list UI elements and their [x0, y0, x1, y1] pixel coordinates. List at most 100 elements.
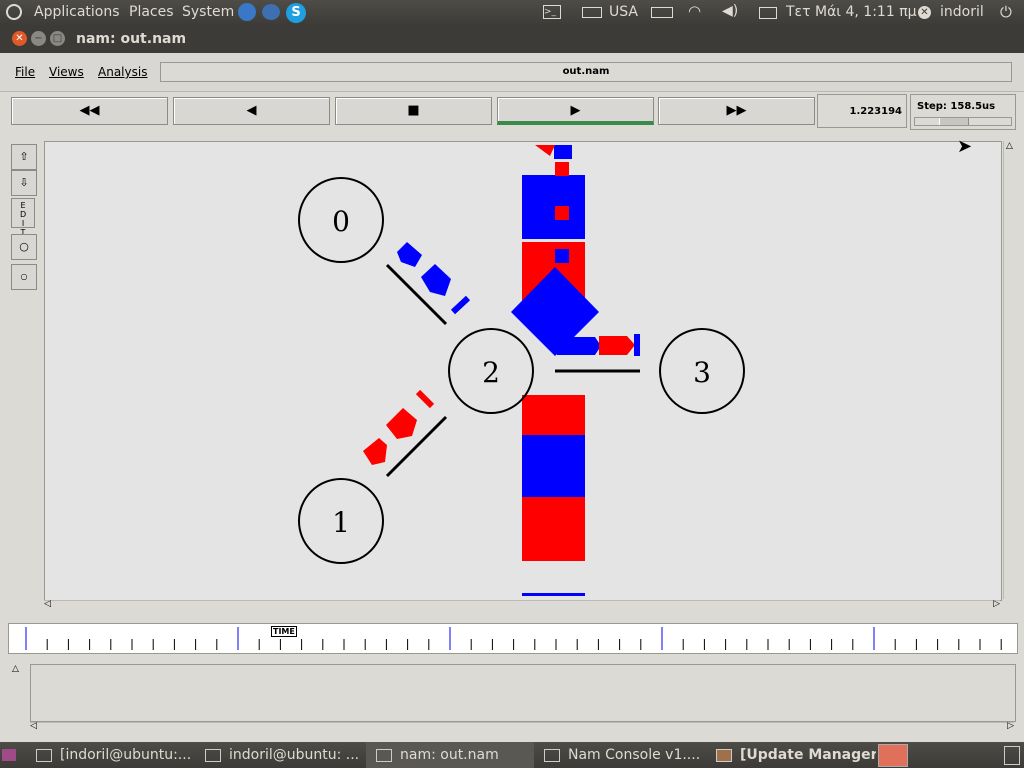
pidgin-launcher-icon[interactable] [262, 4, 280, 20]
packet [522, 497, 585, 561]
zoom-out-button[interactable]: ⇩ [11, 170, 37, 196]
packet [557, 337, 601, 355]
scroll-left-arrow-icon[interactable]: ◁ [44, 599, 51, 609]
node-label: 2 [482, 356, 500, 389]
node-0[interactable]: 0 [298, 177, 384, 263]
mail-icon[interactable] [759, 7, 777, 19]
stop-button[interactable]: ■ [335, 97, 492, 125]
packet [555, 162, 569, 176]
play-icon: ▶ [570, 103, 581, 118]
zoom-in-button[interactable]: ⇧ [11, 144, 37, 170]
user-name[interactable]: indoril [940, 4, 984, 20]
current-time: 1.223194 [817, 94, 907, 128]
packet [599, 336, 635, 355]
node-label: 1 [332, 506, 350, 539]
annotation-panel[interactable] [30, 664, 1016, 722]
file-menu[interactable]: File [15, 65, 35, 79]
terminal-icon [205, 748, 221, 762]
mouse-cursor-icon: ➤ [957, 136, 973, 157]
play-button[interactable]: ▶ [497, 97, 654, 125]
edit-button[interactable]: EDIT [11, 198, 35, 237]
node-3[interactable]: 3 [659, 328, 745, 414]
scroll-left-arrow-icon[interactable]: ◁ [30, 721, 37, 731]
network-topology: 0 1 2 3 [298, 145, 745, 596]
keyboard-layout-label[interactable]: USA [609, 4, 638, 20]
package-icon [716, 748, 732, 762]
window-icon [376, 748, 392, 762]
step-control: Step: 158.5us [910, 94, 1016, 130]
step-slider-handle[interactable] [939, 118, 969, 125]
annotation-scroll-up-icon[interactable]: △ [12, 664, 19, 674]
play-backward-button[interactable]: ◀ [173, 97, 330, 125]
network-canvas[interactable]: 0 1 2 3 [44, 141, 1002, 601]
volume-icon[interactable]: ◀) [722, 3, 738, 19]
skype-launcher-icon[interactable]: S [286, 3, 306, 23]
packet [555, 249, 569, 263]
scroll-right-arrow-icon[interactable]: ▷ [993, 599, 1000, 609]
places-menu[interactable]: Places [129, 4, 174, 20]
analysis-menu[interactable]: Analysis [98, 65, 147, 79]
terminal-indicator-icon[interactable]: >_ [543, 5, 561, 19]
packet [555, 206, 569, 220]
window-icon [544, 748, 560, 762]
packet [386, 408, 417, 439]
packet [522, 435, 585, 497]
maximize-window-icon[interactable]: □ [50, 31, 65, 46]
ubuntu-logo-icon[interactable] [6, 4, 22, 20]
clock[interactable]: Τετ Μάι 4, 1:11 πμ [786, 4, 917, 20]
timeline-ticks [25, 627, 1023, 650]
taskbar-item[interactable]: [indoril@ubuntu:... [36, 742, 196, 768]
packet [415, 389, 435, 409]
node-label: 0 [332, 205, 350, 238]
trash-icon[interactable] [1004, 746, 1020, 765]
close-window-icon[interactable]: ✕ [12, 31, 27, 46]
top-panel: Applications Places System S >_ USA ◠ ◀)… [0, 0, 1024, 26]
packet [554, 145, 572, 159]
monitor-circle-button[interactable]: ○ [11, 234, 37, 260]
node-1[interactable]: 1 [298, 478, 384, 564]
stop-icon: ■ [407, 103, 420, 118]
scroll-up-arrow-icon[interactable]: △ [1006, 141, 1013, 151]
scroll-right-arrow-icon[interactable]: ▷ [1007, 721, 1014, 731]
taskbar-item[interactable]: Nam Console v1.... [544, 742, 704, 768]
canvas-horizontal-scrollbar[interactable]: ◁ ▷ [44, 599, 1000, 613]
time-slider-handle[interactable]: TIME [271, 626, 297, 637]
taskbar-item[interactable]: [Update Manager] [716, 742, 876, 768]
power-icon[interactable]: ⏻ [1000, 3, 1012, 21]
views-menu[interactable]: Views [49, 65, 84, 79]
packet [397, 242, 422, 267]
wifi-icon[interactable]: ◠ [688, 2, 701, 20]
packet [522, 395, 585, 435]
node-label: 3 [693, 356, 711, 389]
window-titlebar[interactable]: ✕ − □ nam: out.nam [0, 26, 1024, 53]
workspace-switcher[interactable] [878, 744, 908, 767]
edit-label: EDIT [20, 201, 27, 237]
browser-launcher-icon[interactable] [238, 3, 256, 21]
minimize-window-icon[interactable]: − [31, 31, 46, 46]
taskbar-item[interactable]: indoril@ubuntu: ... [205, 742, 365, 768]
play-backward-icon: ◀ [246, 103, 257, 118]
system-menu[interactable]: System [182, 4, 234, 20]
packet [421, 264, 451, 296]
time-slider[interactable]: TIME [8, 623, 1023, 654]
fast-forward-button[interactable]: ▶▶ [658, 97, 815, 125]
step-label: Step: 158.5us [917, 101, 996, 112]
node-2[interactable]: 2 [448, 328, 534, 414]
rewind-button[interactable]: ◀◀ [11, 97, 168, 125]
bottom-taskbar: [indoril@ubuntu:... indoril@ubuntu: ... … [0, 742, 1024, 768]
battery-icon[interactable] [651, 7, 673, 18]
user-status-icon[interactable]: ✕ [918, 6, 931, 19]
tool-column: ⇧ ⇩ EDIT ○ ○ [8, 140, 38, 610]
canvas-vertical-scrollbar[interactable]: △ [1003, 141, 1018, 599]
small-circle-button[interactable]: ○ [11, 264, 37, 290]
show-desktop-icon[interactable] [2, 749, 16, 761]
applications-menu[interactable]: Applications [34, 4, 120, 20]
packet [522, 175, 585, 239]
window-title: nam: out.nam [76, 31, 187, 47]
taskbar-item[interactable]: nam: out.nam [366, 742, 534, 768]
filename-display: out.nam [160, 62, 1012, 82]
keyboard-icon[interactable] [582, 7, 602, 18]
annotation-horizontal-scrollbar[interactable]: ◁ ▷ [30, 721, 1014, 734]
step-slider[interactable] [914, 117, 1012, 126]
rewind-icon: ◀◀ [79, 103, 100, 118]
